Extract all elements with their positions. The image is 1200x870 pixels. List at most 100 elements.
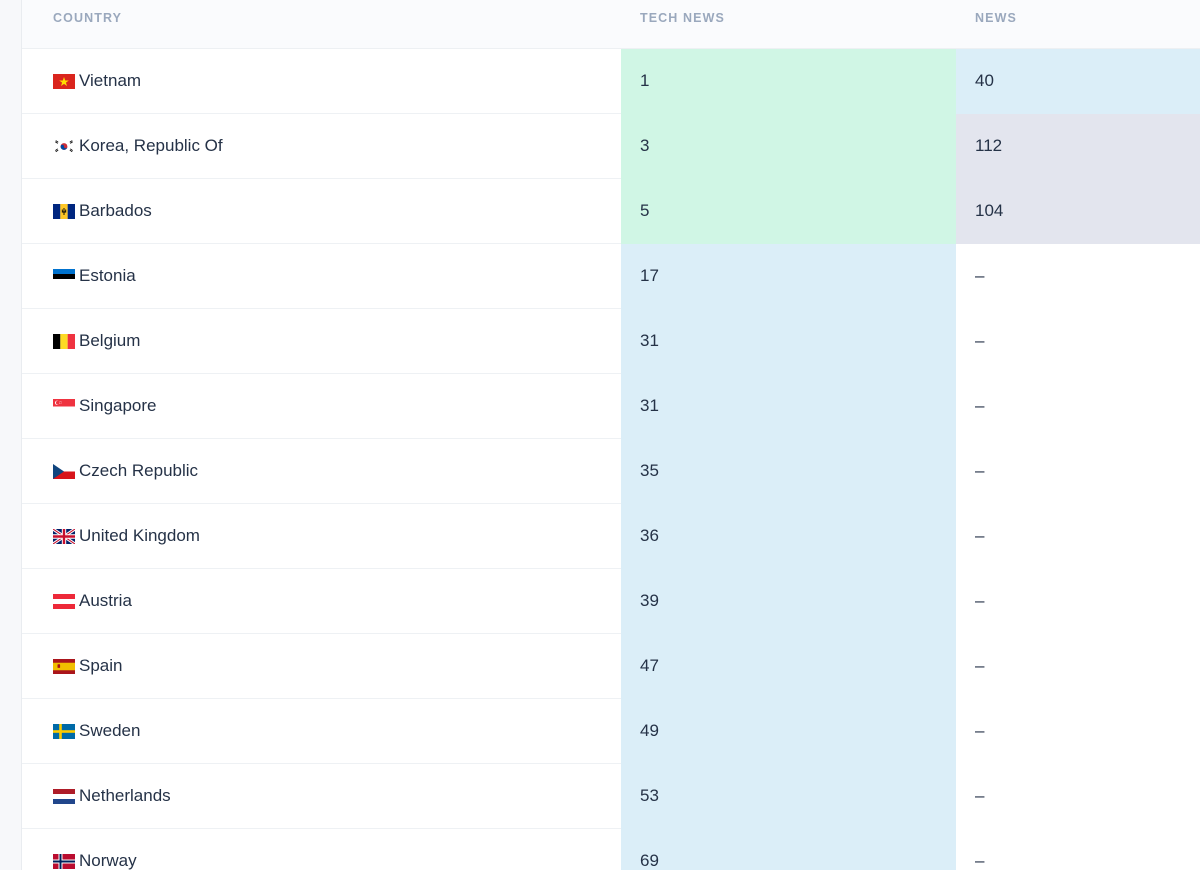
sweden-flag-icon	[53, 724, 75, 739]
country-name: Belgium	[79, 331, 141, 350]
table-row[interactable]: Sweden 49 –	[22, 699, 1200, 764]
tech-news-cell: 17	[621, 244, 956, 309]
tech-news-rank: 47	[640, 656, 659, 675]
news-cell: 112	[956, 114, 1200, 179]
tech-news-cell: 31	[621, 374, 956, 439]
news-rank-empty: –	[975, 656, 985, 675]
news-cell: –	[956, 309, 1200, 374]
country-name: Vietnam	[79, 71, 142, 90]
news-cell: 40	[956, 49, 1200, 114]
united-kingdom-flag-icon	[53, 529, 75, 544]
czech-republic-flag-icon	[53, 464, 75, 479]
country-cell: Estonia	[22, 244, 621, 308]
tech-news-rank: 49	[640, 721, 659, 740]
news-cell: –	[956, 244, 1200, 309]
news-cell: –	[956, 634, 1200, 699]
country-name: Spain	[79, 656, 123, 675]
norway-flag-icon	[53, 854, 75, 869]
news-rank-empty: –	[975, 461, 985, 480]
country-name: Estonia	[79, 266, 136, 285]
table-header: COUNTRY TECH NEWS NEWS	[22, 0, 1200, 49]
austria-flag-icon	[53, 594, 75, 609]
news-rank-empty: –	[975, 396, 985, 415]
tech-news-rank: 69	[640, 851, 659, 870]
tech-news-cell: 53	[621, 764, 956, 829]
singapore-flag-icon	[53, 399, 75, 414]
country-cell: Netherlands	[22, 764, 621, 828]
news-cell: –	[956, 764, 1200, 829]
country-cell: Singapore	[22, 374, 621, 438]
news-cell: –	[956, 439, 1200, 504]
country-name: Czech Republic	[79, 461, 199, 480]
table-row[interactable]: Belgium 31 –	[22, 309, 1200, 374]
news-rank-empty: –	[975, 266, 985, 285]
table-body: Vietnam 1 40 Korea, Republic Of 3 112 Ba…	[22, 49, 1200, 870]
country-name: Barbados	[79, 201, 152, 220]
news-rank-empty: –	[975, 721, 985, 740]
country-cell: Vietnam	[22, 49, 621, 113]
country-cell: Austria	[22, 569, 621, 633]
table-row[interactable]: Estonia 17 –	[22, 244, 1200, 309]
tech-news-rank: 31	[640, 331, 659, 350]
table-row[interactable]: Czech Republic 35 –	[22, 439, 1200, 504]
country-name: Norway	[79, 851, 137, 870]
column-header-tech-news[interactable]: TECH NEWS	[640, 11, 725, 25]
news-rank-empty: –	[975, 591, 985, 610]
tech-news-cell: 1	[621, 49, 956, 114]
table-row[interactable]: Singapore 31 –	[22, 374, 1200, 439]
news-cell: –	[956, 374, 1200, 439]
tech-news-cell: 39	[621, 569, 956, 634]
tech-news-rank: 53	[640, 786, 659, 805]
tech-news-rank: 36	[640, 526, 659, 545]
country-ranking-table: COUNTRY TECH NEWS NEWS Vietnam 1 40 Kore…	[22, 0, 1200, 870]
news-rank-empty: –	[975, 851, 985, 870]
tech-news-rank: 35	[640, 461, 659, 480]
barbados-flag-icon	[53, 204, 75, 219]
table-row[interactable]: Austria 39 –	[22, 569, 1200, 634]
left-gutter	[0, 0, 22, 870]
tech-news-cell: 36	[621, 504, 956, 569]
table-row[interactable]: Barbados 5 104	[22, 179, 1200, 244]
tech-news-rank: 1	[640, 71, 650, 90]
country-name: Austria	[79, 591, 132, 610]
column-header-country[interactable]: COUNTRY	[53, 11, 122, 25]
news-cell: –	[956, 569, 1200, 634]
table-row[interactable]: Spain 47 –	[22, 634, 1200, 699]
country-name: Sweden	[79, 721, 141, 740]
vietnam-flag-icon	[53, 74, 75, 89]
country-cell: Korea, Republic Of	[22, 114, 621, 178]
table-row[interactable]: Korea, Republic Of 3 112	[22, 114, 1200, 179]
news-rank-empty: –	[975, 526, 985, 545]
country-cell: Czech Republic	[22, 439, 621, 503]
tech-news-cell: 3	[621, 114, 956, 179]
ranking-table-view: COUNTRY TECH NEWS NEWS Vietnam 1 40 Kore…	[0, 0, 1200, 870]
country-cell: Sweden	[22, 699, 621, 763]
country-cell: Barbados	[22, 179, 621, 243]
column-header-news[interactable]: NEWS	[975, 11, 1017, 25]
table-row[interactable]: United Kingdom 36 –	[22, 504, 1200, 569]
news-rank: 112	[975, 136, 1003, 155]
tech-news-cell: 31	[621, 309, 956, 374]
country-cell: Norway	[22, 829, 621, 870]
news-rank-empty: –	[975, 331, 985, 350]
belgium-flag-icon	[53, 334, 75, 349]
table-row[interactable]: Vietnam 1 40	[22, 49, 1200, 114]
tech-news-cell: 47	[621, 634, 956, 699]
news-cell: –	[956, 504, 1200, 569]
news-rank-empty: –	[975, 786, 985, 805]
country-name: Korea, Republic Of	[79, 136, 223, 155]
country-name: Singapore	[79, 396, 157, 415]
table-row[interactable]: Netherlands 53 –	[22, 764, 1200, 829]
news-cell: –	[956, 699, 1200, 764]
news-cell: –	[956, 829, 1200, 870]
tech-news-cell: 35	[621, 439, 956, 504]
table-row[interactable]: Norway 69 –	[22, 829, 1200, 870]
netherlands-flag-icon	[53, 789, 75, 804]
news-rank: 40	[975, 71, 994, 90]
tech-news-cell: 49	[621, 699, 956, 764]
country-cell: Spain	[22, 634, 621, 698]
tech-news-cell: 69	[621, 829, 956, 870]
country-name: Netherlands	[79, 786, 171, 805]
south-korea-flag-icon	[53, 139, 75, 154]
country-cell: Belgium	[22, 309, 621, 373]
